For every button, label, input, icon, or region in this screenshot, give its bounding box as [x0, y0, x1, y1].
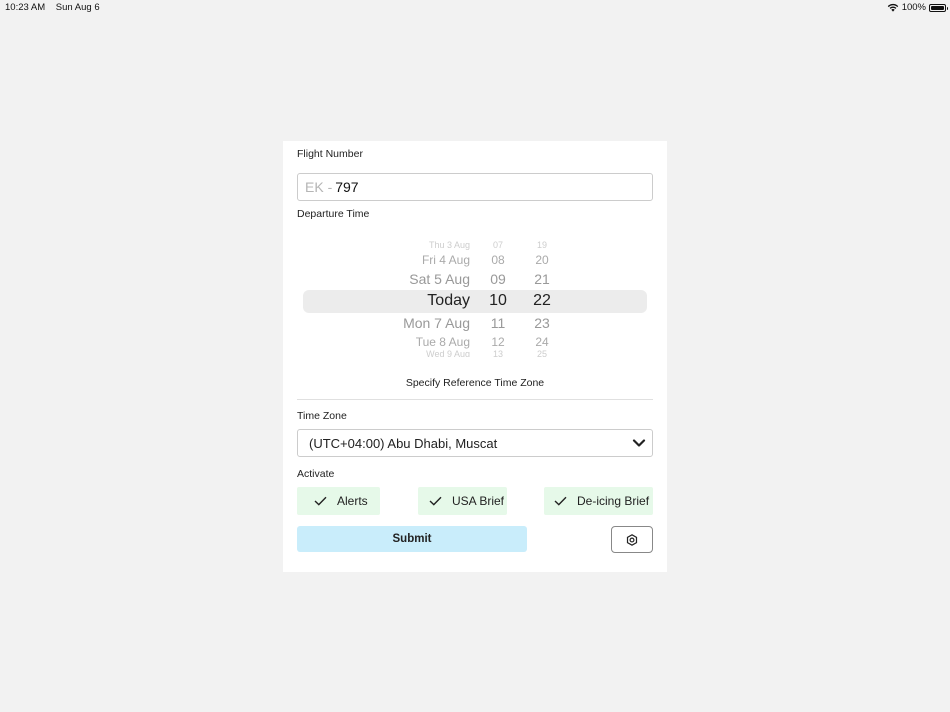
picker-date-option[interactable]: Wed 9 Aug	[426, 349, 470, 357]
picker-date-option[interactable]: Sat 5 Aug	[409, 271, 470, 287]
divider	[297, 399, 653, 400]
timezone-label: Time Zone	[297, 410, 347, 422]
alerts-toggle-label: Alerts	[337, 494, 368, 508]
settings-button[interactable]	[611, 526, 653, 553]
picker-date-option[interactable]: Fri 4 Aug	[422, 253, 470, 267]
picker-hour-option[interactable]: 12	[478, 335, 518, 349]
status-bar: 10:23 AM Sun Aug 6 100%	[0, 0, 950, 14]
deicing-brief-toggle[interactable]: De-icing Brief	[544, 487, 653, 515]
wifi-icon	[887, 3, 898, 12]
picker-minute-column[interactable]: 19 20 21 22 23 24 25	[522, 239, 562, 359]
departure-time-label: Departure Time	[297, 208, 370, 220]
picker-hour-option[interactable]: 11	[478, 315, 518, 331]
activate-label: Activate	[297, 468, 335, 480]
picker-hour-column[interactable]: 07 08 09 10 11 12 13	[478, 239, 518, 359]
picker-date-selected[interactable]: Today	[427, 292, 470, 310]
alerts-toggle[interactable]: Alerts	[297, 487, 380, 515]
usa-brief-toggle[interactable]: USA Brief	[418, 487, 507, 515]
picker-date-column[interactable]: Thu 3 Aug Fri 4 Aug Sat 5 Aug Today Mon …	[303, 239, 470, 359]
picker-minute-option[interactable]: 24	[522, 335, 562, 349]
checkmark-icon	[314, 496, 327, 506]
timezone-value: (UTC+04:00) Abu Dhabi, Muscat	[309, 435, 498, 451]
picker-hour-selected[interactable]: 10	[478, 292, 518, 310]
specify-reference-timezone-link[interactable]: Specify Reference Time Zone	[283, 377, 667, 389]
status-time: 10:23 AM	[5, 2, 46, 13]
battery-icon	[929, 3, 948, 12]
flight-prefix: EK -	[305, 179, 333, 195]
picker-hour-option[interactable]: 07	[478, 240, 518, 250]
picker-minute-option[interactable]: 25	[522, 349, 562, 357]
flight-number-field[interactable]: EK -	[297, 173, 653, 201]
chevron-down-icon	[632, 439, 646, 447]
checkmark-icon	[429, 496, 442, 506]
flight-number-label: Flight Number	[297, 148, 363, 160]
status-left: 10:23 AM Sun Aug 6	[5, 2, 108, 13]
submit-button[interactable]: Submit	[297, 526, 527, 552]
picker-hour-option[interactable]: 09	[478, 271, 518, 287]
flight-number-input[interactable]	[335, 179, 636, 195]
status-date: Sun Aug 6	[55, 2, 100, 13]
picker-minute-selected[interactable]: 22	[522, 292, 562, 310]
usa-brief-toggle-label: USA Brief	[452, 494, 505, 508]
picker-hour-option[interactable]: 13	[478, 349, 518, 357]
picker-date-option[interactable]: Tue 8 Aug	[416, 335, 470, 349]
battery-percent: 100%	[901, 2, 926, 13]
status-right: 100%	[887, 2, 948, 13]
departure-time-picker[interactable]: Thu 3 Aug Fri 4 Aug Sat 5 Aug Today Mon …	[303, 239, 647, 359]
picker-minute-option[interactable]: 20	[522, 253, 562, 267]
picker-date-option[interactable]: Thu 3 Aug	[429, 240, 470, 250]
deicing-brief-toggle-label: De-icing Brief	[577, 494, 650, 508]
picker-minute-option[interactable]: 19	[522, 240, 562, 250]
picker-minute-option[interactable]: 23	[522, 315, 562, 331]
picker-minute-option[interactable]: 21	[522, 271, 562, 287]
gear-icon	[626, 533, 638, 546]
checkmark-icon	[554, 496, 567, 506]
picker-date-option[interactable]: Mon 7 Aug	[403, 315, 470, 331]
flight-form-card: Flight Number EK - Departure Time Thu 3 …	[283, 141, 667, 572]
picker-hour-option[interactable]: 08	[478, 253, 518, 267]
timezone-select[interactable]: (UTC+04:00) Abu Dhabi, Muscat	[297, 429, 653, 457]
